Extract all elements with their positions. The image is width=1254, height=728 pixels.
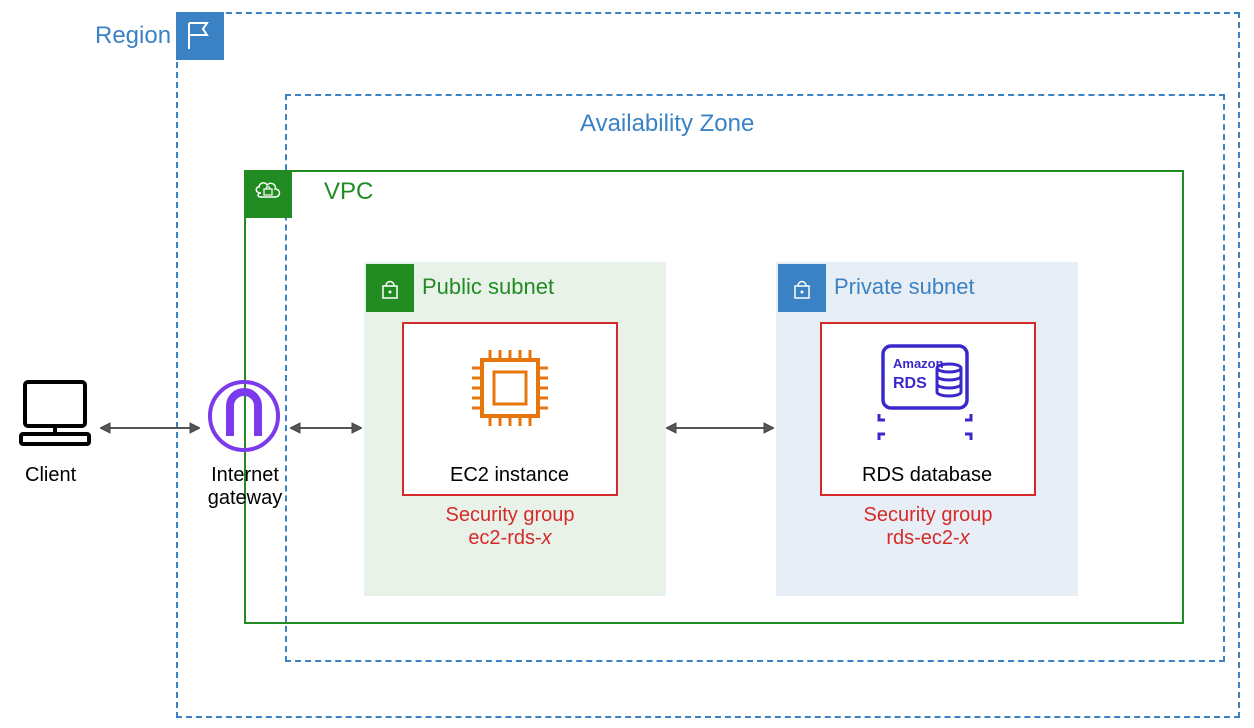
ec2-chip-icon bbox=[460, 338, 560, 438]
private-subnet-label: Private subnet bbox=[834, 274, 975, 300]
svg-text:RDS: RDS bbox=[893, 375, 927, 392]
rds-database-label: RDS database bbox=[862, 464, 992, 487]
sg-pub-prefix: ec2-rds- bbox=[468, 527, 541, 549]
sg-priv-prefix: rds-ec2- bbox=[886, 527, 959, 549]
internet-gateway-icon bbox=[206, 378, 282, 454]
arrow-client-igw bbox=[100, 422, 200, 434]
arrow-ec2-rds bbox=[666, 422, 774, 434]
security-group-public-label: Security group ec2-rds-x bbox=[402, 504, 618, 550]
region-label: Region bbox=[95, 22, 171, 50]
sg-pub-title: Security group bbox=[446, 504, 575, 526]
availability-zone-label: Availability Zone bbox=[580, 110, 754, 138]
arrow-igw-ec2 bbox=[290, 422, 362, 434]
private-subnet-lock-icon bbox=[778, 264, 826, 312]
sg-pub-suffix: x bbox=[542, 527, 552, 549]
internet-gateway-label: Internet gateway bbox=[200, 464, 290, 510]
sg-priv-suffix: x bbox=[960, 527, 970, 549]
aws-architecture-diagram: Region Availability Zone VPC Public subn… bbox=[0, 0, 1254, 728]
vpc-label: VPC bbox=[324, 178, 373, 206]
region-flag-icon bbox=[176, 12, 224, 60]
security-group-private-label: Security group rds-ec2-x bbox=[820, 504, 1036, 550]
ec2-instance-label: EC2 instance bbox=[450, 464, 569, 487]
vpc-cloud-lock-icon bbox=[244, 170, 292, 218]
public-subnet-lock-icon bbox=[366, 264, 414, 312]
client-computer-icon bbox=[15, 374, 95, 454]
client-label: Client bbox=[25, 464, 76, 487]
public-subnet-label: Public subnet bbox=[422, 274, 554, 300]
rds-database-icon: Amazon RDS bbox=[875, 338, 975, 446]
sg-priv-title: Security group bbox=[864, 504, 993, 526]
